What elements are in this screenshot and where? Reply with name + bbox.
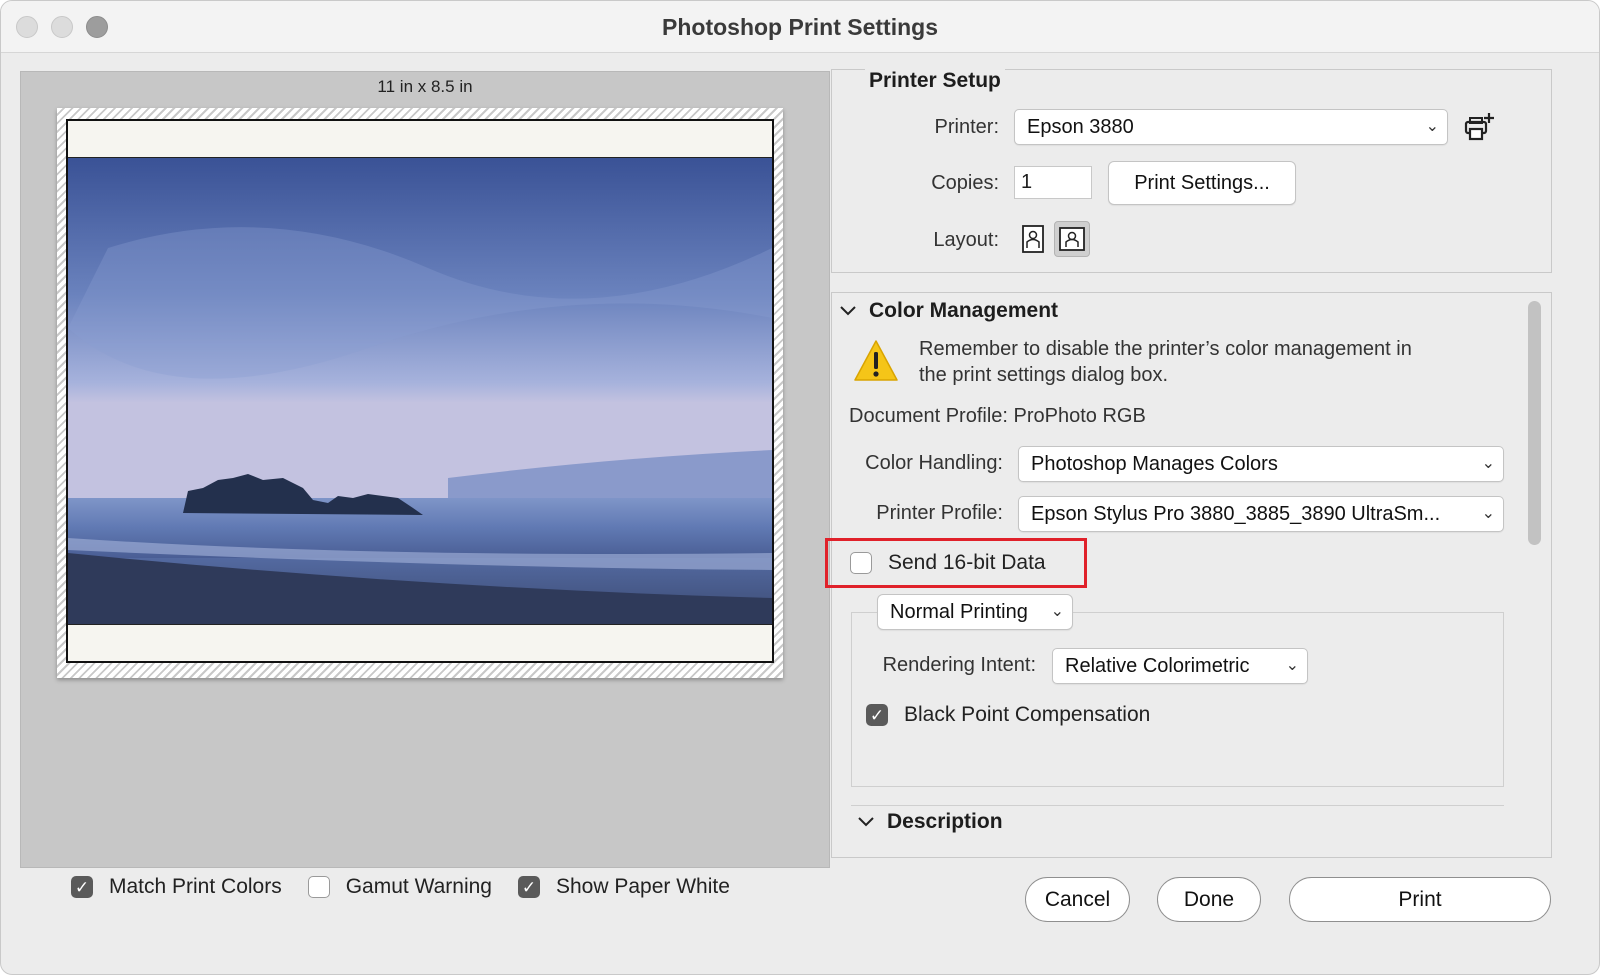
show-paper-white-checkbox[interactable]: ✓ [518,876,540,898]
rendering-intent-select[interactable]: Relative Colorimetric ⌄ [1052,648,1308,684]
rendering-intent-value: Relative Colorimetric [1065,654,1250,677]
chevron-down-icon [839,305,857,317]
chevron-down-icon: ⌄ [1425,118,1439,135]
black-point-option[interactable]: ✓ Black Point Compensation [866,703,1150,727]
printer-select[interactable]: Epson 3880 ⌄ [1014,109,1448,145]
printing-mode-value: Normal Printing [890,600,1028,623]
layout-label: Layout: [933,229,999,251]
send-16bit-highlight [825,538,1087,588]
copies-label: Copies: [931,172,999,194]
match-print-colors-option[interactable]: ✓ Match Print Colors [71,875,282,899]
print-button[interactable]: Print [1289,877,1551,922]
printable-area [66,119,774,663]
printing-mode-select[interactable]: Normal Printing ⌄ [877,594,1073,630]
color-management-title: Color Management [869,299,1059,322]
color-handling-select[interactable]: Photoshop Manages Colors ⌄ [1018,446,1504,482]
landscape-layout-icon [1059,227,1085,251]
chevron-down-icon [857,816,875,828]
rendering-intent-label: Rendering Intent: [882,654,1036,676]
printer-setup-heading: Printer Setup [865,69,1005,93]
chevron-down-icon: ⌄ [1050,603,1064,620]
printer-profile-value: Epson Stylus Pro 3880_3885_3890 UltraSm.… [1031,502,1441,525]
scrollbar-thumb[interactable] [1528,301,1541,545]
chevron-down-icon: ⌄ [1481,455,1495,472]
match-print-colors-checkbox[interactable]: ✓ [71,876,93,898]
warning-icon [853,339,899,383]
printer-value: Epson 3880 [1027,115,1134,138]
paper-sheet [57,108,783,678]
color-management-header[interactable]: Color Management [839,299,1058,323]
description-title: Description [887,810,1003,833]
preview-options: ✓ Match Print Colors Gamut Warning ✓ Sho… [71,869,730,905]
title-bar: Photoshop Print Settings [1,1,1599,53]
cancel-button[interactable]: Cancel [1025,877,1130,922]
printer-profile-label: Printer Profile: [876,502,1003,524]
show-paper-white-option[interactable]: ✓ Show Paper White [518,875,730,899]
print-preview: 11 in x 8.5 in [20,71,830,868]
gamut-warning-label: Gamut Warning [345,875,492,898]
color-handling-label: Color Handling: [865,452,1003,474]
portrait-layout-button[interactable] [1017,222,1049,256]
printer-profile-select[interactable]: Epson Stylus Pro 3880_3885_3890 UltraSm.… [1018,496,1504,532]
chevron-down-icon: ⌄ [1481,505,1495,522]
print-mode-group [851,612,1504,787]
gamut-warning-checkbox[interactable] [307,876,330,898]
document-profile: Document Profile: ProPhoto RGB [849,405,1146,427]
paper-size-label: 11 in x 8.5 in [377,77,473,96]
section-divider [851,805,1504,806]
seascape-image [68,158,772,624]
black-point-checkbox[interactable]: ✓ [866,704,888,726]
color-management-warning: Remember to disable the printer’s color … [919,338,1412,386]
add-printer-icon[interactable] [1462,111,1498,143]
color-handling-value: Photoshop Manages Colors [1031,452,1278,475]
gamut-warning-option[interactable]: Gamut Warning [307,875,492,899]
print-settings-button[interactable]: Print Settings... [1108,161,1296,205]
print-settings-window: Photoshop Print Settings 11 in x 8.5 in [0,0,1600,975]
show-paper-white-label: Show Paper White [556,875,730,898]
match-print-colors-label: Match Print Colors [109,875,282,898]
landscape-layout-button[interactable] [1054,221,1090,257]
window-title: Photoshop Print Settings [662,14,938,40]
portrait-layout-icon [1022,225,1044,253]
chevron-down-icon: ⌄ [1285,657,1299,674]
done-button[interactable]: Done [1157,877,1261,922]
printer-label: Printer: [934,116,999,138]
preview-photo[interactable] [68,157,772,625]
black-point-label: Black Point Compensation [904,703,1151,726]
description-header[interactable]: Description [857,810,1003,834]
copies-field[interactable]: 1 [1014,166,1092,199]
